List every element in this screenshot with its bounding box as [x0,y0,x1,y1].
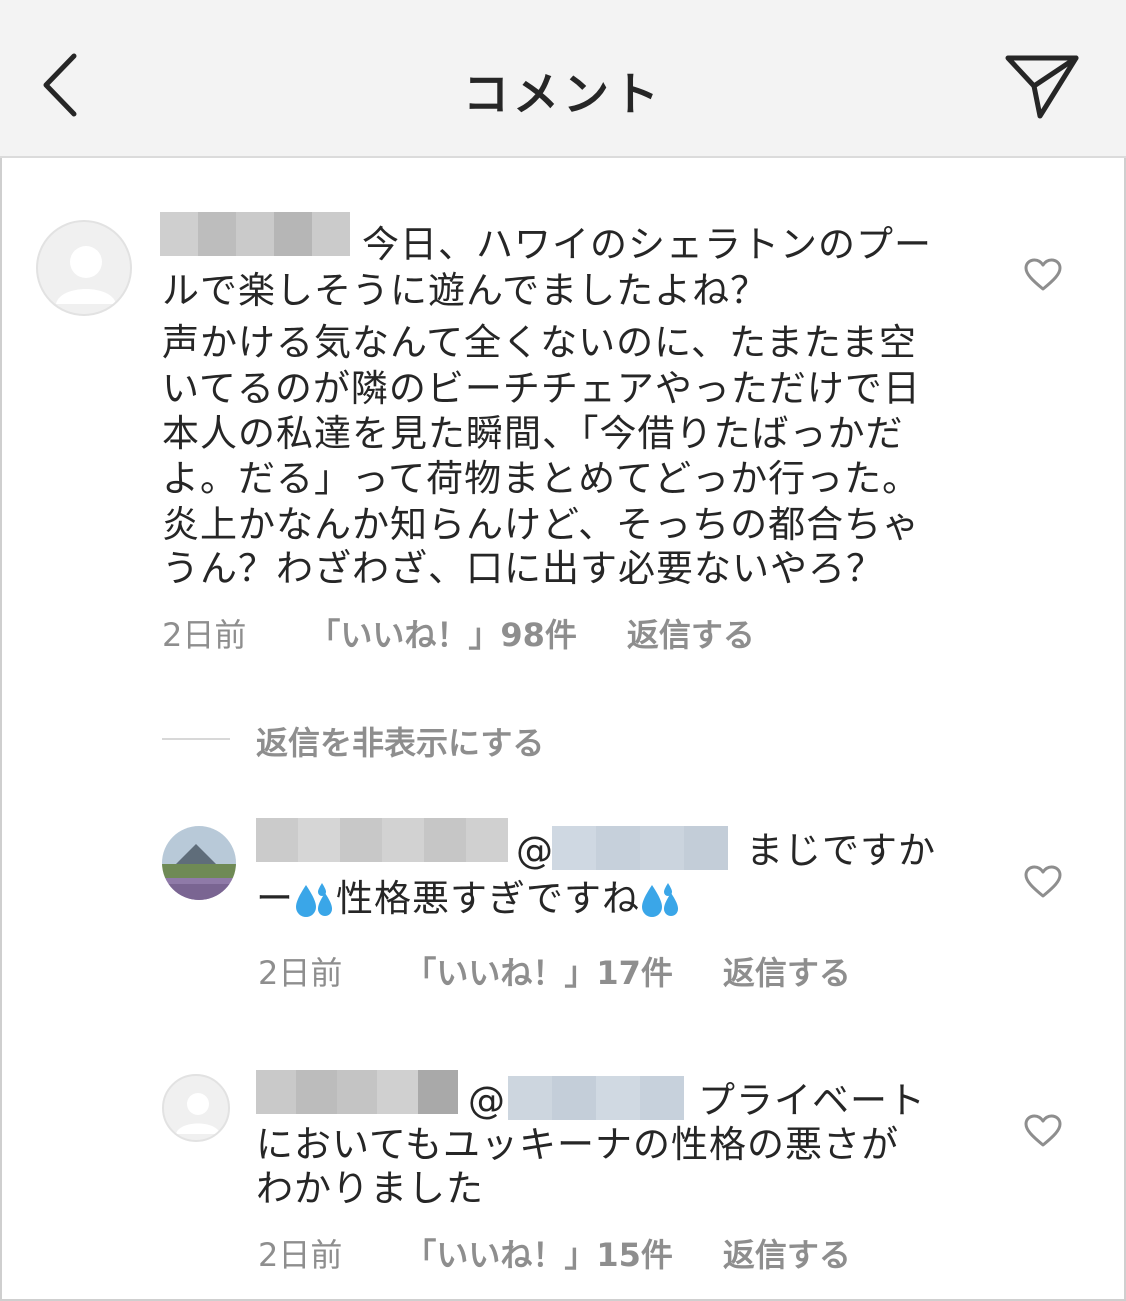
comment-meta: 2日前 「いいね！」15件 返信する [258,1230,851,1276]
comment-text: 声かける気なんて全くないのに、たまたま空 [162,321,917,364]
mention-at[interactable]: @ [516,828,554,874]
reply-text: ー [256,877,294,920]
blurred-mention[interactable] [552,826,728,870]
paper-plane-icon[interactable] [1000,50,1082,122]
timestamp: 2日前 [258,1236,343,1274]
timestamp: 2日前 [162,616,247,654]
comment-text: いてるのが隣のビーチチェアやっただけで日 [162,367,921,410]
reply-text-line: ー性格悪すぎですね [256,876,682,922]
comment-meta: 2日前 「いいね！」98件 返信する [162,610,755,656]
heart-icon[interactable] [1024,1114,1062,1148]
sweat-drops-emoji-icon [642,883,678,917]
reply-text: 性格悪すぎですね [336,877,640,920]
blurred-username[interactable] [160,212,350,256]
comment-text: うん？わざわざ、口に出す必要ないやろ？ [162,547,884,590]
page-title: コメント [463,67,663,121]
comment-text: 今日、ハワイのシェラトンのプー [362,223,932,266]
timestamp: 2日前 [258,954,343,992]
reply-button[interactable]: 返信する [627,616,755,654]
avatar[interactable] [162,826,236,900]
like-count[interactable]: 「いいね！」17件 [404,954,673,992]
comment-meta: 2日前 「いいね！」17件 返信する [258,948,851,994]
reply-button[interactable]: 返信する [723,1236,851,1274]
like-count[interactable]: 「いいね！」98件 [308,616,577,654]
reply-text: まじですか [746,829,936,872]
reply-text: わかりました [256,1167,484,1210]
avatar[interactable] [162,1074,230,1142]
comment-text: よ。だる」って荷物まとめてどっか行った。 [162,457,921,500]
divider [162,738,230,740]
comment-text: ルで楽しそうに遊んでましたよね？ [162,269,769,312]
reply-text: においてもユッキーナの性格の悪さが [256,1123,900,1166]
blurred-mention[interactable] [508,1076,684,1120]
sweat-drops-emoji-icon [296,883,332,917]
landscape-avatar-image [162,826,236,900]
blurred-username[interactable] [256,1070,459,1114]
mention-at[interactable]: @ [468,1078,506,1124]
like-count[interactable]: 「いいね！」15件 [404,1236,673,1274]
hide-replies-button[interactable]: 返信を非表示にする [256,718,544,764]
reply-text: プライベート [698,1079,926,1122]
header-bar: コメント [0,0,1126,158]
blurred-username[interactable] [256,818,508,862]
heart-icon[interactable] [1024,865,1062,899]
reply-button[interactable]: 返信する [723,954,851,992]
avatar[interactable] [36,220,132,316]
comment-text: 炎上かなんか知らんけど、そっちの都合ちゃ [162,503,921,546]
default-avatar-icon [56,246,116,304]
comment-text: 本人の私達を見た瞬間、「今借りたばっかだ [162,412,904,455]
heart-icon[interactable] [1024,258,1062,292]
